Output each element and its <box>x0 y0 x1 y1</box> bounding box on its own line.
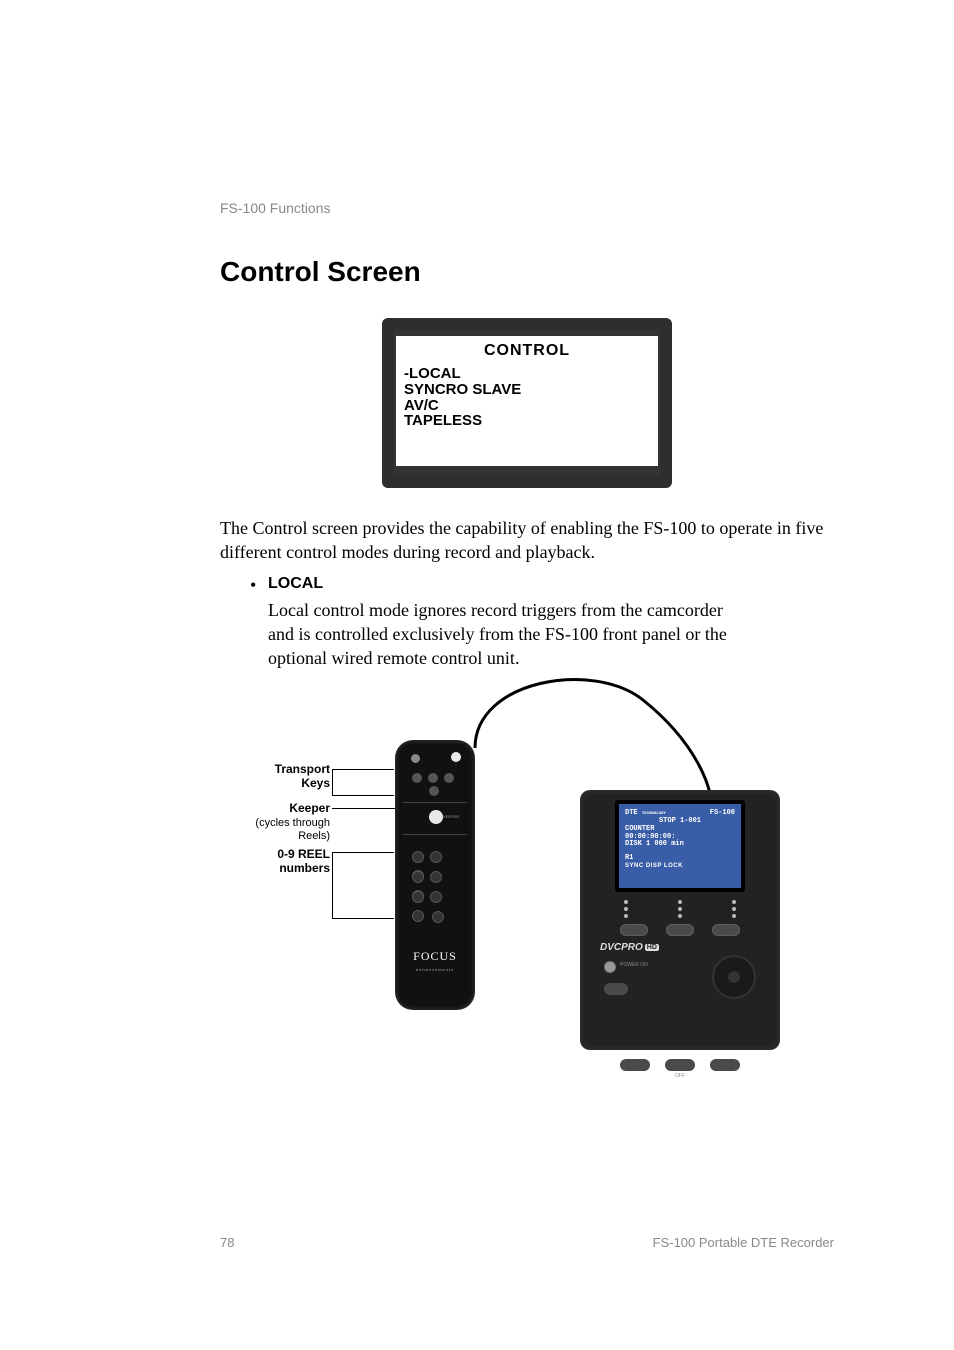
remote-keeper-button <box>429 810 443 824</box>
lcd-line: -LOCAL <box>404 366 650 382</box>
lcd-title: CONTROL <box>404 342 650 360</box>
callout-subtext: (cycles through <box>255 817 330 829</box>
lcd-screen: CONTROL -LOCAL SYNCRO SLAVE AV/C TAPELES… <box>394 330 660 476</box>
callout-text: numbers <box>279 861 330 875</box>
page-number: 78 <box>220 1235 234 1250</box>
leader-line <box>332 918 394 919</box>
bullet-body: Local control mode ignores record trigge… <box>268 598 748 671</box>
intro-paragraph: The Control screen provides the capabili… <box>220 516 834 565</box>
indicator-dots <box>624 900 736 918</box>
lcd-line: SYNCRO SLAVE <box>404 382 650 398</box>
callout-subtext: Reels) <box>298 830 330 842</box>
remote-led <box>411 754 420 763</box>
remote-logo: FOCUS <box>395 949 475 964</box>
screen-brand-sub: TECHNOLOGY <box>642 812 666 816</box>
power-label: POWER ON <box>620 962 648 968</box>
footer-doc-title: FS-100 Portable DTE Recorder <box>653 1235 834 1250</box>
fs100-screen: DTE TECHNOLOGY FS-100 STOP 1-001 COUNTER… <box>615 800 745 892</box>
nav-wheel-center <box>728 971 740 983</box>
bullet-label: LOCAL <box>268 575 323 596</box>
remote-logo-sub: enhancements <box>395 967 475 972</box>
callout-text: 0-9 REEL <box>277 847 330 861</box>
hardware-figure: Transport Keys Keeper (cycles through Re… <box>220 680 834 1100</box>
remote-transport-row <box>409 770 461 780</box>
page-footer: 78 FS-100 Portable DTE Recorder <box>220 1235 834 1250</box>
screen-reel: R1 <box>625 855 735 863</box>
callout-text: Keys <box>301 776 330 790</box>
off-label: OFF <box>590 1073 770 1079</box>
nav-wheel <box>712 955 756 999</box>
screen-disk: DISK 1 000 min <box>625 841 735 849</box>
screen-brand: DTE <box>625 809 638 817</box>
lcd-frame: CONTROL -LOCAL SYNCRO SLAVE AV/C TAPELES… <box>382 318 672 488</box>
remote-control: KEEPER FOCUS enhancements <box>395 740 475 1010</box>
leader-line <box>332 795 394 796</box>
callout-text: Keeper <box>289 801 330 815</box>
remote-numpad-row <box>429 910 443 929</box>
hd-badge: HD <box>645 944 659 951</box>
callout-reel: 0-9 REEL numbers <box>256 848 330 874</box>
dvcpro-logo: DVCPRO HD <box>600 942 770 953</box>
callout-text: Transport <box>275 762 330 776</box>
divider <box>403 802 467 803</box>
lcd-line: AV/C <box>404 398 650 414</box>
dvcpro-text: DVCPRO <box>600 942 643 953</box>
remote-button <box>451 752 461 762</box>
divider <box>403 834 467 835</box>
section-title: Control Screen <box>220 256 834 288</box>
remote-button <box>429 786 439 796</box>
screen-softkey-labels: SYNC DISP LOCK <box>625 863 755 870</box>
bullet-item: • LOCAL <box>250 575 834 596</box>
leader-line <box>332 808 400 809</box>
screen-model: FS-100 <box>710 810 735 818</box>
remote-keeper-label: KEEPER <box>443 814 459 819</box>
callout-keeper: Keeper (cycles through Reels) <box>242 802 330 842</box>
running-header: FS-100 Functions <box>220 200 834 216</box>
fs100-device: DTE TECHNOLOGY FS-100 STOP 1-001 COUNTER… <box>580 790 780 1050</box>
lcd-figure: CONTROL -LOCAL SYNCRO SLAVE AV/C TAPELES… <box>220 318 834 488</box>
callout-transport: Transport Keys <box>260 763 330 789</box>
device-button <box>604 983 628 995</box>
leader-line <box>332 769 394 770</box>
fs100-lower-controls: POWER ON <box>590 957 770 1017</box>
leader-line <box>332 769 333 795</box>
leader-line <box>332 852 394 853</box>
soft-buttons <box>620 924 740 936</box>
leader-line <box>332 852 333 918</box>
power-button <box>604 961 616 973</box>
bullet-marker: • <box>250 575 268 596</box>
bottom-button-row <box>620 1059 740 1071</box>
lcd-line: TAPELESS <box>404 413 650 429</box>
